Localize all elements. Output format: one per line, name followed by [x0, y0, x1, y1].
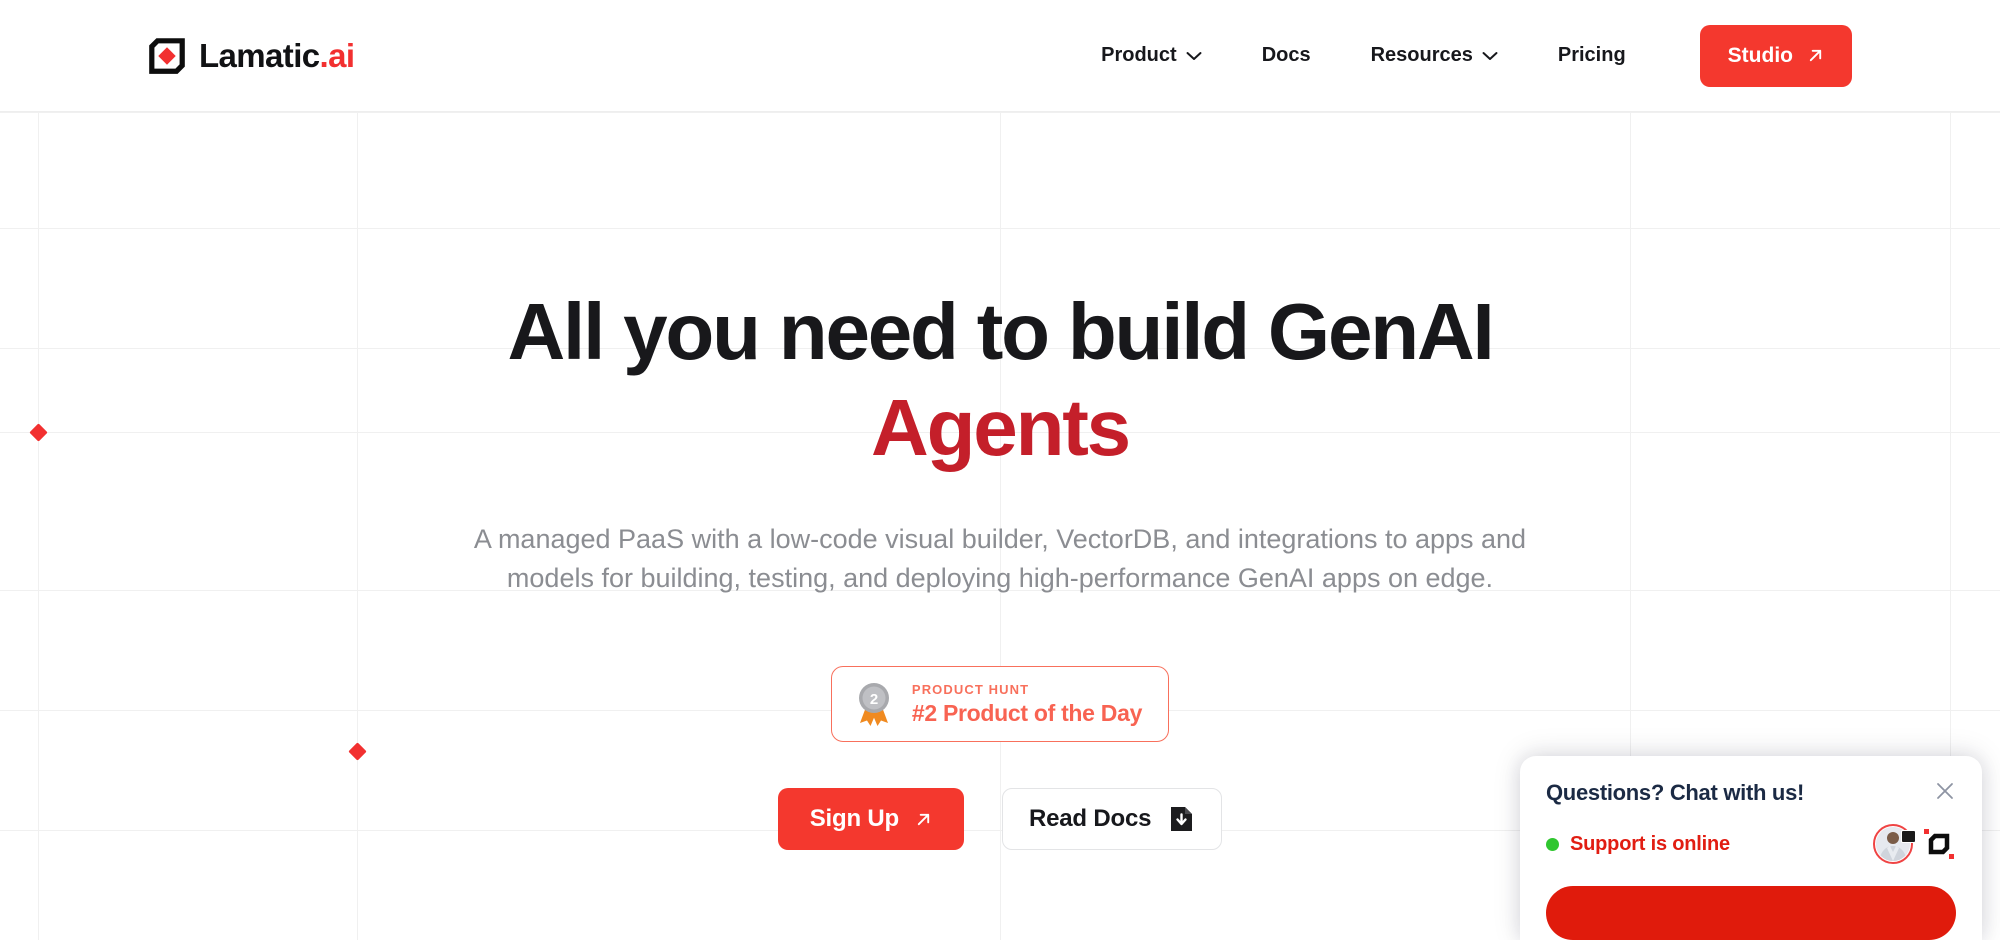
document-download-icon: [1171, 807, 1193, 832]
hero-title-accent: Agents: [871, 383, 1131, 472]
main-navigation: Product Docs Resources Pricing Studio: [1071, 24, 1852, 87]
read-docs-button[interactable]: Read Docs: [1002, 788, 1223, 851]
nav-item-docs[interactable]: Docs: [1232, 26, 1341, 86]
page-title: All you need to build GenAI Agents: [507, 292, 1494, 472]
brand-logo[interactable]: Lamatic.ai: [148, 36, 355, 75]
sign-up-label: Sign Up: [809, 805, 899, 833]
svg-text:2: 2: [870, 691, 878, 708]
chat-widget: Questions? Chat with us! Support is onli…: [1520, 756, 1982, 940]
hero-title-line1: All you need to build GenAI: [507, 287, 1494, 376]
landing-page: Lamatic.ai Product Docs Resources Pricin…: [0, 0, 2000, 940]
avatar-badge-icon: [1901, 830, 1916, 843]
nav-item-pricing[interactable]: Pricing: [1528, 26, 1656, 86]
product-hunt-texts: PRODUCT HUNT #2 Product of the Day: [912, 682, 1142, 727]
read-docs-label: Read Docs: [1029, 805, 1152, 833]
arrow-up-right-icon: [1809, 49, 1822, 62]
studio-button-label: Studio: [1727, 43, 1793, 67]
cta-row: Sign Up Read Docs: [777, 788, 1223, 851]
nav-label: Resources: [1370, 44, 1473, 66]
medal-icon: 2: [858, 683, 889, 727]
chat-widget-header: Questions? Chat with us!: [1546, 780, 1956, 806]
online-dot-icon: [1546, 837, 1559, 851]
chat-status-row: Support is online: [1546, 824, 1956, 864]
chat-avatars: [1873, 824, 1956, 864]
hero-subtitle: A managed PaaS with a low-code visual bu…: [473, 524, 1527, 594]
nav-label: Docs: [1261, 44, 1311, 66]
chat-widget-title: Questions? Chat with us!: [1546, 780, 1805, 805]
close-icon[interactable]: [1934, 780, 1956, 802]
support-agent-avatar: [1873, 824, 1916, 864]
sign-up-button[interactable]: Sign Up: [777, 788, 964, 851]
chevron-down-icon: [1186, 51, 1202, 60]
studio-button[interactable]: Studio: [1699, 24, 1852, 87]
brand-name: Lamatic.ai: [199, 36, 355, 74]
chevron-down-icon: [1482, 51, 1498, 60]
nav-label: Product: [1101, 44, 1177, 66]
nav-item-product[interactable]: Product: [1071, 26, 1232, 86]
chat-status-text: Support is online: [1570, 832, 1730, 855]
arrow-up-right-icon: [917, 813, 930, 825]
nav-item-resources[interactable]: Resources: [1341, 26, 1528, 86]
product-hunt-kicker: PRODUCT HUNT: [911, 681, 1030, 697]
nav-label: Pricing: [1557, 44, 1626, 66]
site-header: Lamatic.ai Product Docs Resources Pricin…: [0, 0, 2000, 112]
lamatic-logo-icon: [149, 37, 185, 74]
chat-start-button[interactable]: [1546, 886, 1956, 940]
product-hunt-title: #2 Product of the Day: [911, 699, 1143, 726]
lamatic-logo-icon: [1924, 829, 1954, 859]
product-hunt-badge[interactable]: 2 PRODUCT HUNT #2 Product of the Day: [830, 666, 1170, 743]
